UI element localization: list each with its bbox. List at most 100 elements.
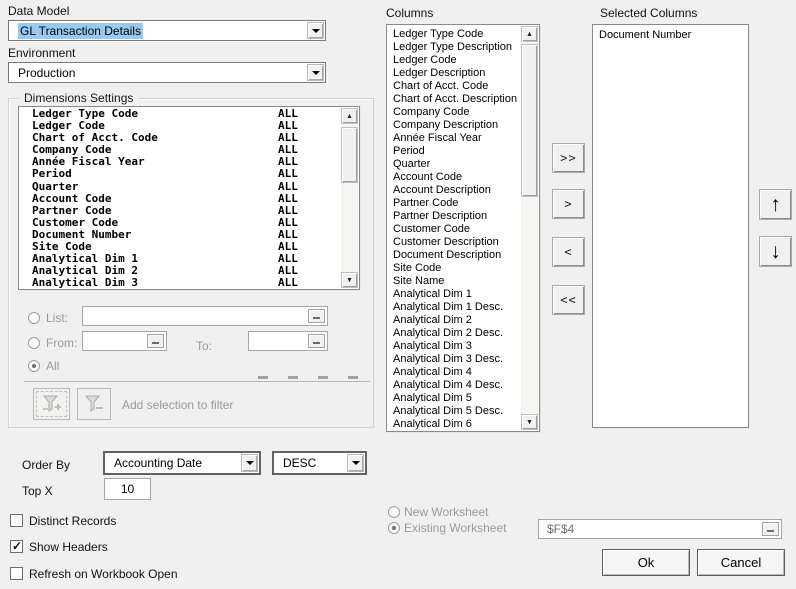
scroll-up-icon[interactable]: ▲ [521,26,538,42]
dimension-name: Analytical Dim 2 [20,265,278,277]
columns-label: Columns [386,6,433,20]
add-filter-button[interactable] [33,388,70,420]
scrollbar-thumb[interactable] [521,44,538,197]
from-radio-label: From: [46,336,77,350]
divider-tick [348,376,358,379]
cancel-button[interactable]: Cancel [697,549,785,576]
browse-icon[interactable] [147,334,164,348]
browse-icon[interactable] [762,522,779,536]
show-headers-checkbox[interactable] [10,540,23,553]
column-item[interactable]: Customer Description [388,236,521,249]
chevron-down-icon[interactable] [307,64,324,81]
column-item[interactable]: Account Description [388,184,521,197]
dimension-name: Ledger Type Code [20,108,278,120]
dimension-row[interactable]: Period ALL [20,168,341,180]
column-item[interactable]: Analytical Dim 3 [388,340,521,353]
dimension-row[interactable]: Analytical Dim 3 ALL [20,277,341,288]
column-item[interactable]: Ledger Description [388,67,521,80]
dimension-row[interactable]: Quarter ALL [20,181,341,193]
column-item[interactable]: Analytical Dim 1 Desc. [388,301,521,314]
column-item[interactable]: Site Name [388,275,521,288]
scroll-up-icon[interactable]: ▲ [341,108,358,124]
dimensions-scrollbar[interactable]: ▲ ▼ [341,108,358,288]
dimension-row[interactable]: Account Code ALL [20,193,341,205]
to-field[interactable] [248,331,328,351]
column-item[interactable]: Ledger Type Code [388,28,521,41]
chevron-down-icon[interactable] [347,454,364,472]
chevron-down-icon[interactable] [307,22,324,39]
down-arrow-icon: ↓ [770,241,781,262]
column-item[interactable]: Partner Description [388,210,521,223]
new-worksheet-radio[interactable] [388,506,400,518]
new-worksheet-label: New Worksheet [404,505,488,519]
scroll-down-icon[interactable]: ▼ [341,272,358,288]
column-item[interactable]: Analytical Dim 5 [388,392,521,405]
column-item[interactable]: Chart of Acct. Description [388,93,521,106]
from-field[interactable] [82,331,167,351]
column-item[interactable]: Partner Code [388,197,521,210]
column-item[interactable]: Analytical Dim 4 Desc. [388,379,521,392]
columns-scrollbar[interactable]: ▲ ▼ [521,26,538,430]
column-item[interactable]: Customer Code [388,223,521,236]
scrollbar-thumb[interactable] [341,127,358,183]
column-item[interactable]: Analytical Dim 2 Desc. [388,327,521,340]
column-item[interactable]: Analytical Dim 4 [388,366,521,379]
list-radio[interactable] [28,312,40,324]
move-all-left-button[interactable]: << [552,285,585,315]
dimension-name: Document Number [20,229,278,241]
dimensions-listbox[interactable]: Ledger Type Code ALL Ledger Code ALL Cha… [18,106,360,290]
column-item[interactable]: Analytical Dim 1 [388,288,521,301]
worksheet-range-input[interactable]: $F$4 [538,519,782,539]
from-radio[interactable] [28,337,40,349]
move-left-button[interactable]: < [552,237,585,267]
column-item[interactable]: Document Description [388,249,521,262]
column-item[interactable]: Account Code [388,171,521,184]
move-down-button[interactable]: ↓ [759,236,792,267]
column-item[interactable]: Period [388,145,521,158]
environment-combobox[interactable]: Production [8,62,326,83]
order-by-combobox[interactable]: Accounting Date [103,451,261,475]
column-item[interactable]: Analytical Dim 2 [388,314,521,327]
chevron-down-icon[interactable] [241,454,258,472]
list-values-field[interactable] [82,306,328,326]
ok-button[interactable]: Ok [602,549,690,576]
column-item[interactable]: Analytical Dim 6 [388,418,521,430]
browse-icon[interactable] [308,309,325,323]
divider-tick [288,376,298,379]
dimension-name: Année Fiscal Year [20,156,278,168]
remove-filter-button[interactable] [77,388,111,420]
column-item[interactable]: Analytical Dim 3 Desc. [388,353,521,366]
move-right-button[interactable]: > [552,189,585,219]
dimension-name: Quarter [20,181,278,193]
scroll-down-icon[interactable]: ▼ [521,414,538,430]
worksheet-range-value: $F$4 [547,522,574,536]
browse-icon[interactable] [308,334,325,348]
all-radio[interactable] [28,360,40,372]
column-item[interactable]: Company Description [388,119,521,132]
environment-value: Production [18,66,75,80]
column-item[interactable]: Ledger Type Description [388,41,521,54]
funnel-minus-icon [83,394,105,414]
existing-worksheet-radio[interactable] [388,522,400,534]
dimension-filter-value: ALL [278,168,298,180]
columns-listbox[interactable]: Ledger Type CodeLedger Type DescriptionL… [386,24,540,432]
dimension-name: Ledger Code [20,120,278,132]
column-item[interactable]: Année Fiscal Year [388,132,521,145]
move-all-right-button[interactable]: >> [552,143,585,173]
column-item[interactable]: Chart of Acct. Code [388,80,521,93]
column-item[interactable]: Company Code [388,106,521,119]
refresh-on-open-checkbox[interactable] [10,567,23,580]
column-item[interactable]: Ledger Code [388,54,521,67]
column-item[interactable]: Analytical Dim 5 Desc. [388,405,521,418]
move-up-button[interactable]: ↑ [759,189,792,220]
data-model-combobox[interactable]: GL Transaction Details [8,20,326,41]
selected-columns-listbox[interactable]: Document Number [592,24,749,428]
top-x-input[interactable]: 10 [104,478,151,500]
order-direction-combobox[interactable]: DESC [272,451,367,475]
selected-column-item[interactable]: Document Number [594,29,747,42]
column-item[interactable]: Site Code [388,262,521,275]
existing-worksheet-label: Existing Worksheet [404,521,507,535]
column-item[interactable]: Quarter [388,158,521,171]
top-x-label: Top X [22,484,53,498]
distinct-records-checkbox[interactable] [10,514,23,527]
